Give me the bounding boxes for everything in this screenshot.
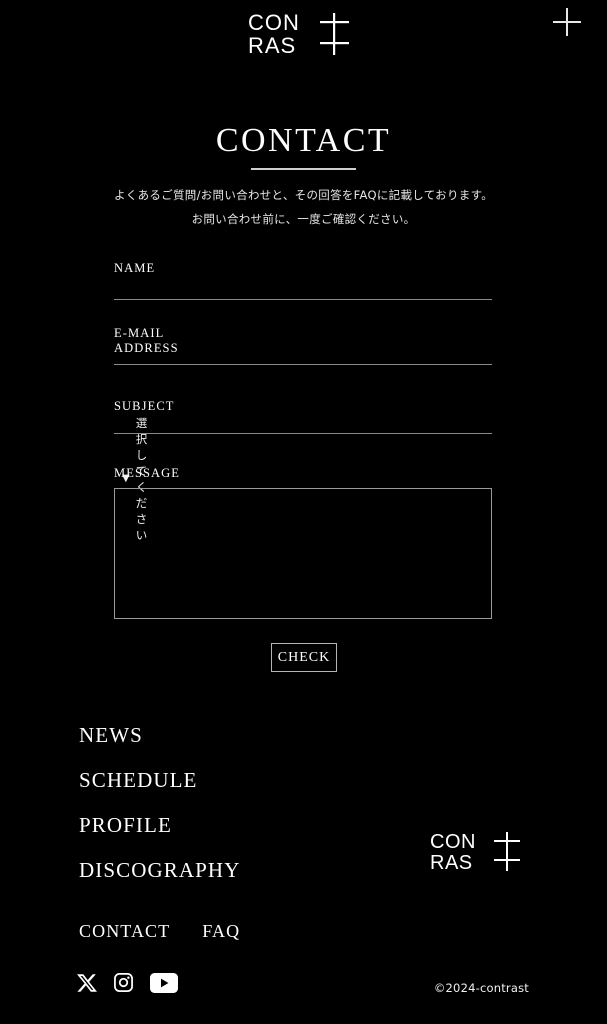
footer-link-schedule[interactable]: SCHEDULE — [79, 758, 240, 803]
svg-text:CON: CON — [248, 11, 300, 35]
svg-text:CON: CON — [430, 831, 476, 853]
footer-link-profile[interactable]: PROFILE — [79, 803, 240, 848]
footer-link-news[interactable]: NEWS — [79, 713, 240, 758]
subject-label: SUBJECT — [114, 399, 175, 413]
footer-link-contact[interactable]: CONTACT — [79, 921, 170, 942]
message-textarea[interactable] — [114, 488, 492, 619]
youtube-icon[interactable] — [150, 972, 178, 993]
copyright-text: ©2024-contrast — [433, 981, 529, 995]
intro-line-1: よくあるご質問/お問い合わせと、その回答をFAQに記載しております。 — [113, 188, 494, 202]
footer-link-discography[interactable]: DISCOGRAPHY — [79, 848, 240, 893]
intro-text: よくあるご質問/お問い合わせと、その回答をFAQに記載しております。 お問い合わ… — [0, 183, 607, 231]
plus-menu-icon[interactable] — [553, 8, 581, 36]
intro-line-2: お問い合わせ前に、一度ご確認ください。 — [191, 212, 416, 226]
x-twitter-icon[interactable] — [77, 973, 97, 993]
title-divider — [251, 168, 356, 170]
page-title: CONTACT — [215, 122, 392, 159]
svg-text:RAS: RAS — [430, 852, 473, 873]
email-input[interactable] — [114, 342, 492, 364]
name-label: NAME — [114, 261, 156, 275]
footer-link-faq[interactable]: FAQ — [202, 921, 240, 942]
email-underline — [114, 364, 492, 365]
contrast-logo-footer[interactable]: CON RAS — [430, 831, 528, 873]
message-label: MESSAGE — [114, 466, 181, 480]
site-footer: NEWS SCHEDULE PROFILE DISCOGRAPHY CONTAC… — [0, 700, 607, 1024]
name-input[interactable] — [114, 277, 492, 299]
subject-underline — [114, 433, 492, 434]
site-header: CON RAS — [0, 0, 607, 70]
footer-secondary-nav: CONTACT FAQ — [79, 921, 240, 942]
contrast-logo[interactable]: CON RAS — [248, 11, 358, 57]
svg-text:RAS: RAS — [248, 33, 296, 57]
footer-primary-nav: NEWS SCHEDULE PROFILE DISCOGRAPHY — [79, 713, 240, 893]
check-submit-button[interactable]: CHECK — [271, 643, 337, 672]
instagram-icon[interactable] — [113, 972, 134, 993]
name-underline — [114, 299, 492, 300]
social-links — [77, 972, 178, 993]
